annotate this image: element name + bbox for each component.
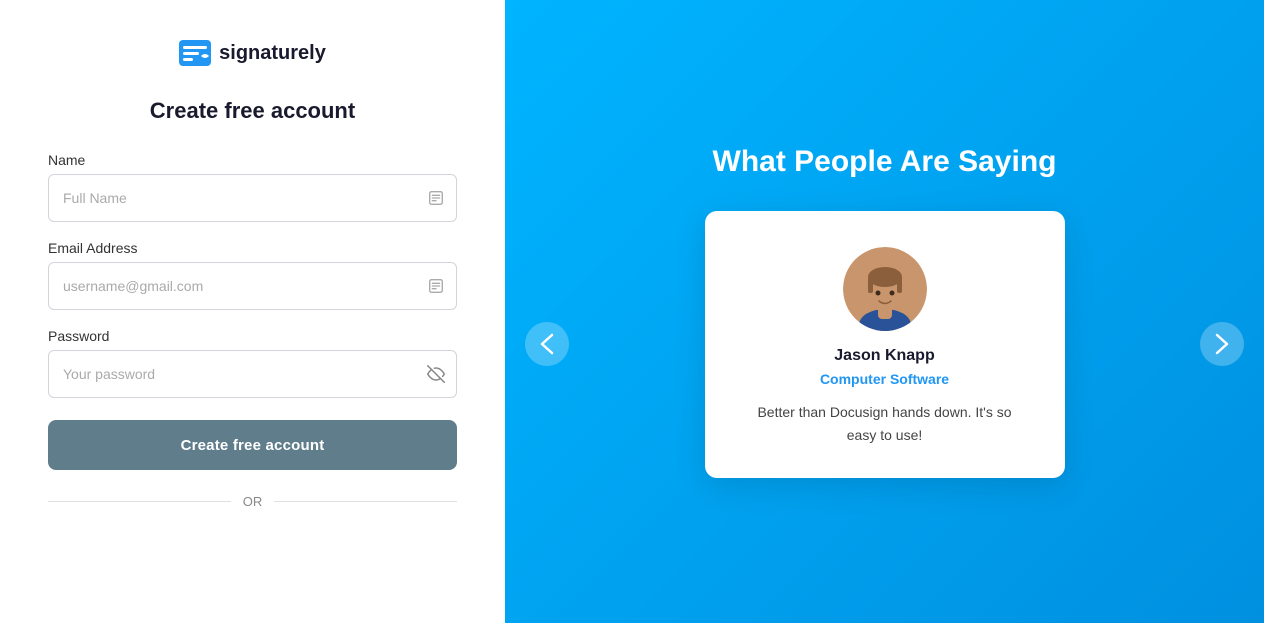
page-title: Create free account <box>150 98 355 124</box>
testimonial-next-button[interactable] <box>1200 322 1244 366</box>
logo-text: signaturely <box>219 42 326 65</box>
divider-line-left <box>48 501 231 502</box>
password-field-group: Password <box>48 328 457 398</box>
avatar <box>843 247 927 331</box>
password-visibility-icon[interactable] <box>427 365 445 383</box>
testimonials-heading: What People Are Saying <box>713 145 1057 179</box>
logo: signaturely <box>179 40 326 66</box>
email-label: Email Address <box>48 240 457 256</box>
signup-form: Name Email Address Password <box>48 152 457 513</box>
password-input-wrapper <box>48 350 457 398</box>
divider: OR <box>48 494 457 509</box>
create-account-button[interactable]: Create free account <box>48 420 457 470</box>
reviewer-name: Jason Knapp <box>834 347 934 365</box>
name-label: Name <box>48 152 457 168</box>
name-field-group: Name <box>48 152 457 222</box>
name-input-wrapper <box>48 174 457 222</box>
chevron-right-icon <box>1215 333 1229 355</box>
password-label: Password <box>48 328 457 344</box>
testimonial-prev-button[interactable] <box>525 322 569 366</box>
testimonial-card: Jason Knapp Computer Software Better tha… <box>705 211 1065 478</box>
email-field-group: Email Address <box>48 240 457 310</box>
name-input-icon <box>427 189 445 207</box>
left-panel: signaturely Create free account Name Ema… <box>0 0 505 623</box>
chevron-left-icon <box>540 333 554 355</box>
reviewer-quote: Better than Docusign hands down. It's so… <box>745 401 1025 446</box>
email-input-icon <box>427 277 445 295</box>
logo-icon <box>179 40 211 66</box>
divider-line-right <box>274 501 457 502</box>
password-input[interactable] <box>48 350 457 398</box>
divider-text: OR <box>243 494 263 509</box>
right-panel: What People Are Saying <box>505 0 1264 623</box>
reviewer-company: Computer Software <box>820 371 949 387</box>
email-input[interactable] <box>48 262 457 310</box>
email-input-wrapper <box>48 262 457 310</box>
name-input[interactable] <box>48 174 457 222</box>
